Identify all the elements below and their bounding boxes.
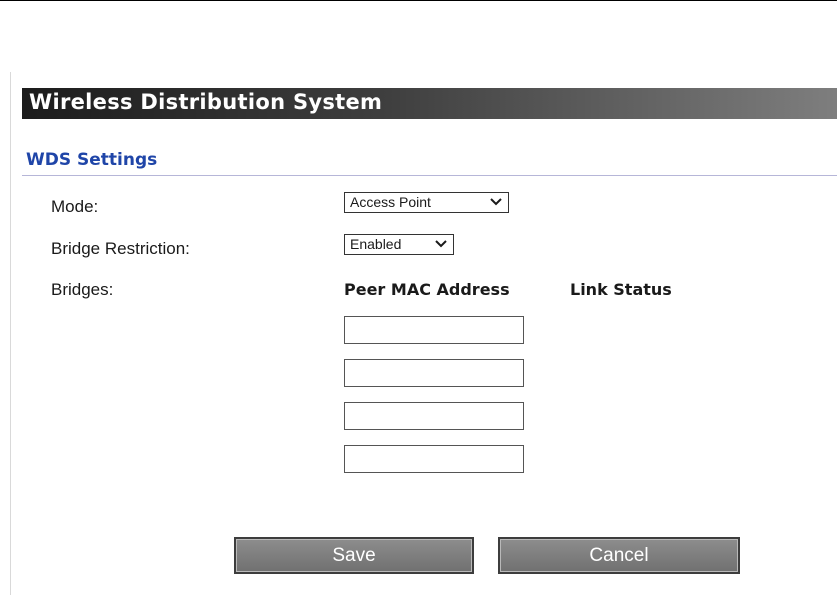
peer-mac-input-4[interactable] bbox=[344, 445, 524, 473]
peer-mac-input-1[interactable] bbox=[344, 316, 524, 344]
chevron-down-icon bbox=[435, 240, 447, 248]
top-divider bbox=[0, 0, 837, 1]
peer-mac-input-2[interactable] bbox=[344, 359, 524, 387]
page-title: Wireless Distribution System bbox=[29, 90, 383, 114]
bridge-restriction-select[interactable]: Enabled bbox=[344, 234, 454, 255]
bridge-restriction-label: Bridge Restriction: bbox=[51, 239, 190, 258]
peer-mac-input-3[interactable] bbox=[344, 402, 524, 430]
mode-select-value: Access Point bbox=[350, 194, 431, 210]
section-title-wds-settings: WDS Settings bbox=[26, 150, 158, 170]
bridge-restriction-select-value: Enabled bbox=[350, 236, 402, 252]
chevron-down-icon bbox=[490, 198, 502, 206]
section-divider bbox=[22, 175, 837, 176]
bridges-label: Bridges: bbox=[51, 280, 114, 299]
mode-label: Mode: bbox=[51, 197, 99, 216]
cancel-button[interactable]: Cancel bbox=[498, 537, 740, 574]
save-button[interactable]: Save bbox=[234, 537, 474, 574]
peer-mac-address-header: Peer MAC Address bbox=[344, 280, 510, 299]
mode-select[interactable]: Access Point bbox=[344, 192, 509, 213]
page-header-bar: Wireless Distribution System bbox=[22, 88, 837, 119]
link-status-header: Link Status bbox=[570, 280, 672, 299]
